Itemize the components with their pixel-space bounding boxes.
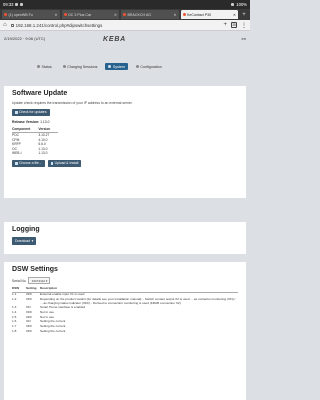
close-icon[interactable]: ✕ xyxy=(114,13,117,17)
url-field[interactable]: 192.168.1.241/control.php#dipswitchsetti… xyxy=(10,23,220,28)
charging-icon xyxy=(62,65,66,68)
status-icon xyxy=(37,65,40,68)
section-title: Logging xyxy=(12,226,40,233)
new-tab-icon[interactable]: + xyxy=(240,12,248,18)
menu-item-status[interactable]: Status xyxy=(34,63,55,70)
component-table: Component Version PDC 3.10.27 CPM 4.10.0 K… xyxy=(12,127,59,156)
refresh-info: 2/19/2022 · 9:06 (UTC) xyxy=(4,36,46,41)
choose-file-button[interactable]: Choose a file... xyxy=(12,159,45,168)
section-title: DSW Settings xyxy=(12,266,58,273)
status-time: 09:33 xyxy=(3,2,14,7)
table-row: WEB-I 1.13.0 xyxy=(12,151,48,156)
notification-icon xyxy=(20,3,24,6)
system-status-bar: 09:33 100% xyxy=(0,0,250,9)
lock-icon xyxy=(10,23,14,27)
favicon-icon xyxy=(4,13,7,16)
upload-icon xyxy=(50,162,54,165)
main-menu: Status Charging Sessions System Configur… xyxy=(34,63,165,70)
chevron-down-icon: ▾ xyxy=(31,238,34,243)
release-version: Release Version: 1.13.0 xyxy=(12,120,50,125)
upload-install-button[interactable]: Upload & Install xyxy=(47,159,82,168)
close-icon[interactable]: ✕ xyxy=(173,13,176,17)
system-icon xyxy=(108,65,112,68)
wifi-icon xyxy=(231,3,235,6)
software-update-section: Software Update Update check requires th… xyxy=(4,86,246,198)
home-icon[interactable]: ⌂ xyxy=(3,22,7,28)
browser-tab[interactable]: BRACKCH AG ✕ xyxy=(121,10,179,19)
menu-item-system[interactable]: System xyxy=(105,63,128,70)
logging-section: Logging Download ▾ xyxy=(4,222,246,254)
folder-icon xyxy=(15,162,18,165)
serial-select[interactable]: 19474112 ▾ xyxy=(28,277,51,284)
address-bar: ⌂ 192.168.1.241/control.php#dipswitchset… xyxy=(0,20,250,31)
browser-tab-active[interactable]: KeContact P30 ✕ xyxy=(180,10,238,19)
gear-icon xyxy=(135,65,139,68)
dsw-table: DSW Setting Description 1.1 OFF External e… xyxy=(12,286,238,334)
chevron-down-icon: ▾ xyxy=(45,278,48,283)
section-title: Software Update xyxy=(12,90,68,97)
favicon-icon xyxy=(123,13,126,16)
language-selector[interactable]: en xyxy=(242,36,246,41)
more-menu-icon[interactable]: ⋮ xyxy=(241,22,247,29)
tab-count-button[interactable]: 35 xyxy=(231,22,237,28)
logo: KEBA xyxy=(103,36,127,43)
browser-tab-bar: (1) openWB Fo ✕ OC 3 Plus Car ✕ BRACKCH AG… xyxy=(0,9,250,20)
refresh-icon xyxy=(15,111,18,114)
dsw-settings-section: DSW Settings Serial No. 19474112 ▾ DSW S… xyxy=(4,262,246,400)
favicon-icon xyxy=(63,13,67,16)
browser-tab[interactable]: (1) openWB Fo ✕ xyxy=(2,10,60,19)
menu-item-charging-sessions[interactable]: Charging Sessions xyxy=(60,63,101,70)
favicon-icon xyxy=(182,13,186,16)
menu-item-configuration[interactable]: Configuration xyxy=(133,63,165,70)
close-icon[interactable]: ✕ xyxy=(233,13,236,17)
browser-tab[interactable]: OC 3 Plus Car ✕ xyxy=(61,10,119,19)
download-button[interactable]: Download ▾ xyxy=(12,237,37,245)
update-description: Update check requires the transmission o… xyxy=(12,101,133,105)
check-updates-button[interactable]: Check for updates xyxy=(12,108,50,117)
battery-level: 100% xyxy=(236,2,247,7)
close-icon[interactable]: ✕ xyxy=(54,13,57,17)
add-tab-icon[interactable]: + xyxy=(223,22,227,28)
notification-icon xyxy=(15,3,19,6)
serial-label: Serial No. xyxy=(12,278,27,283)
table-row: 1.8 OFF Setting the current xyxy=(12,328,66,333)
